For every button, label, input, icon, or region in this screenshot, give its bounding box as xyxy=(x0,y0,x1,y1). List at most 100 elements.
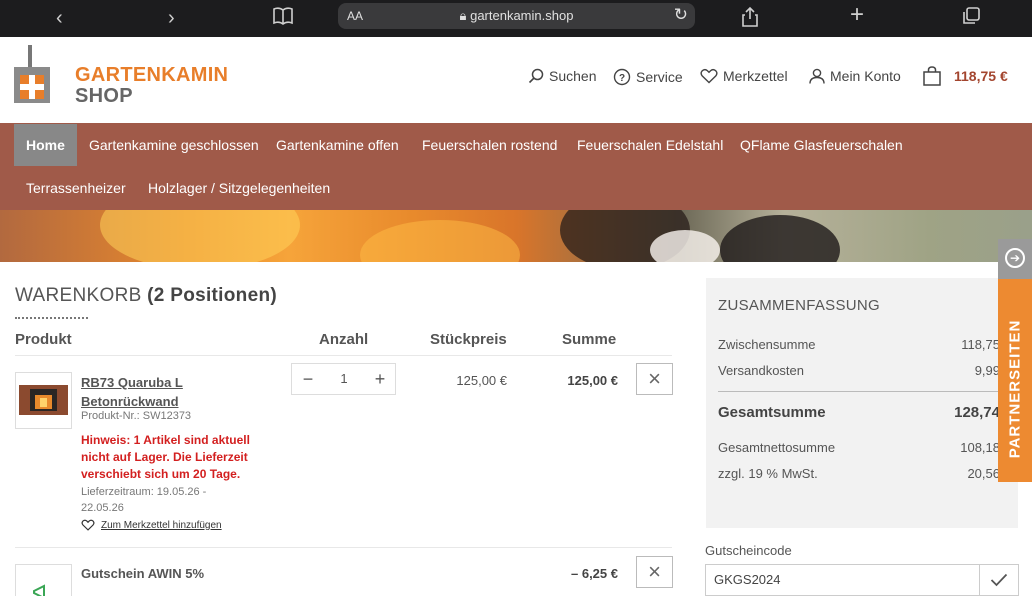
search-label: Suchen xyxy=(549,68,597,84)
coupon-label: Gutscheincode xyxy=(705,543,792,558)
title-underline xyxy=(15,317,88,319)
main-navigation: Home Gartenkamine geschlossen Gartenkami… xyxy=(0,123,1032,210)
line-sum: 125,00 € xyxy=(567,373,618,388)
summary-divider xyxy=(718,391,1000,392)
net-total-value: 108,18 xyxy=(960,440,1000,455)
total-label: Gesamtsumme xyxy=(718,404,826,421)
row-divider xyxy=(15,547,672,548)
shipping-row: Versandkosten 9,99 xyxy=(718,363,1000,378)
add-to-wishlist-link[interactable]: Zum Merkzettel hinzufügen xyxy=(81,519,222,531)
logo-line-1: GARTENKAMIN xyxy=(75,64,229,86)
total-row: Gesamtsumme 128,74 xyxy=(718,404,1000,421)
partner-tab-toggle[interactable]: ➔ xyxy=(998,239,1032,279)
nav-home[interactable]: Home xyxy=(14,124,77,166)
quantity-value[interactable]: 1 xyxy=(324,364,364,394)
delivery-period: Lieferzeitraum: 19.05.26 - 22.05.26 xyxy=(81,486,207,514)
share-icon[interactable] xyxy=(741,6,759,34)
vat-label: zzgl. 19 % MwSt. xyxy=(718,466,818,481)
voucher-name: Gutschein AWIN 5% xyxy=(81,566,205,581)
url-host: gartenkamin.shop xyxy=(470,8,574,23)
url-text: 🔒︎ gartenkamin.shop xyxy=(338,8,695,24)
heart-icon xyxy=(81,519,95,531)
quantity-stepper: − 1 + xyxy=(291,363,396,395)
site-header: GARTENKAMIN SHOP Suchen ? Service Merkze… xyxy=(0,37,1032,123)
heart-icon xyxy=(700,68,718,84)
new-tab-icon[interactable]: + xyxy=(850,3,864,27)
logo-text: GARTENKAMIN SHOP xyxy=(75,65,228,107)
summary-title: ZUSAMMENFASSUNG xyxy=(718,297,881,314)
total-value: 128,74 xyxy=(954,404,1000,421)
account-label: Mein Konto xyxy=(830,68,901,84)
column-header-sum: Summe xyxy=(562,331,617,348)
product-sku: Produkt-Nr.: SW12373 xyxy=(81,410,192,422)
remove-voucher-button[interactable]: × xyxy=(636,556,673,588)
svg-text:?: ? xyxy=(619,73,625,84)
browser-toolbar: ‹ › AA 🔒︎ gartenkamin.shop ↻ + xyxy=(0,0,1032,37)
nav-qflame-glasfeuerschalen[interactable]: QFlame Glasfeuerschalen xyxy=(728,124,915,166)
increase-quantity-button[interactable]: + xyxy=(364,364,396,394)
unit-price: 125,00 € xyxy=(456,373,507,388)
tabs-icon[interactable] xyxy=(961,6,981,32)
close-icon: × xyxy=(648,366,661,391)
checkmark-icon xyxy=(990,573,1008,587)
remove-item-button[interactable]: × xyxy=(636,363,673,395)
vat-row: zzgl. 19 % MwSt. 20,56 xyxy=(718,466,1000,481)
column-header-unit-price: Stückpreis xyxy=(430,331,507,348)
wishlist-link[interactable]: Merkzettel xyxy=(700,68,788,84)
product-name-link[interactable]: RB73 Quaruba L Betonrückwand xyxy=(81,373,183,411)
forward-icon[interactable]: › xyxy=(168,6,175,30)
shopping-bag-icon xyxy=(923,66,941,86)
voucher-thumbnail xyxy=(15,564,72,596)
nav-feuerschalen-edelstahl[interactable]: Feuerschalen Edelstahl xyxy=(565,124,735,166)
help-icon: ? xyxy=(613,68,631,86)
user-icon xyxy=(809,68,825,84)
decrease-quantity-button[interactable]: − xyxy=(292,364,324,394)
column-header-product: Produkt xyxy=(15,331,72,348)
search-link[interactable]: Suchen xyxy=(528,68,596,84)
cart-page: WARENKORB (2 Positionen) Produkt Anzahl … xyxy=(0,262,1032,596)
partner-tab-label: PARTNERSEITEN xyxy=(1006,319,1024,459)
hero-banner-image xyxy=(0,210,1032,262)
service-link[interactable]: ? Service xyxy=(613,68,683,86)
bookmarks-icon[interactable] xyxy=(272,6,294,32)
voucher-sum: – 6,25 € xyxy=(571,566,618,581)
megaphone-icon xyxy=(33,584,45,596)
search-icon xyxy=(528,68,544,84)
service-label: Service xyxy=(636,69,683,85)
vat-value: 20,56 xyxy=(967,466,1000,481)
net-total-row: Gesamtnettosumme 108,18 xyxy=(718,440,1000,455)
address-bar[interactable]: AA 🔒︎ gartenkamin.shop ↻ xyxy=(338,3,695,29)
add-to-wishlist-label: Zum Merkzettel hinzufügen xyxy=(101,519,222,531)
subtotal-row: Zwischensumme 118,75 xyxy=(718,337,1000,352)
logo[interactable]: GARTENKAMIN SHOP xyxy=(14,45,228,115)
logo-line-2: SHOP xyxy=(75,85,133,107)
arrow-right-circle-icon: ➔ xyxy=(1005,248,1025,268)
order-summary: ZUSAMMENFASSUNG Zwischensumme 118,75 Ver… xyxy=(706,278,1018,528)
lock-icon: 🔒︎ xyxy=(459,8,467,23)
nav-gartenkamine-offen[interactable]: Gartenkamine offen xyxy=(264,124,411,166)
nav-gartenkamine-geschlossen[interactable]: Gartenkamine geschlossen xyxy=(77,124,271,166)
net-total-label: Gesamtnettosumme xyxy=(718,440,836,455)
fireplace-logo-icon xyxy=(14,45,50,103)
fireplace-product-image xyxy=(19,385,68,415)
cart-position-count: (2 Positionen) xyxy=(147,285,277,306)
nav-feuerschalen-rostend[interactable]: Feuerschalen rostend xyxy=(410,124,569,166)
shipping-label: Versandkosten xyxy=(718,363,805,378)
subtotal-value: 118,75 xyxy=(961,337,1000,352)
account-link[interactable]: Mein Konto xyxy=(809,68,901,84)
product-thumbnail[interactable] xyxy=(15,372,72,429)
subtotal-label: Zwischensumme xyxy=(718,337,816,352)
nav-terrassenheizer[interactable]: Terrassenheizer xyxy=(14,167,138,209)
cart-link[interactable]: 118,75 € xyxy=(922,66,1008,86)
cart-title: WARENKORB (2 Positionen) xyxy=(15,285,277,307)
shipping-value: 9,99 xyxy=(974,363,1000,378)
reload-icon[interactable]: ↻ xyxy=(674,5,688,25)
cart-total: 118,75 € xyxy=(954,68,1008,84)
header-divider xyxy=(15,355,672,356)
apply-coupon-button[interactable] xyxy=(979,564,1019,596)
nav-holzlager[interactable]: Holzlager / Sitzgelegenheiten xyxy=(136,167,342,209)
back-icon[interactable]: ‹ xyxy=(56,6,63,30)
coupon-code-input[interactable]: GKGS2024 xyxy=(705,564,980,596)
partner-side-tab[interactable]: ➔ PARTNERSEITEN xyxy=(998,239,1032,482)
wishlist-label: Merkzettel xyxy=(723,68,788,84)
